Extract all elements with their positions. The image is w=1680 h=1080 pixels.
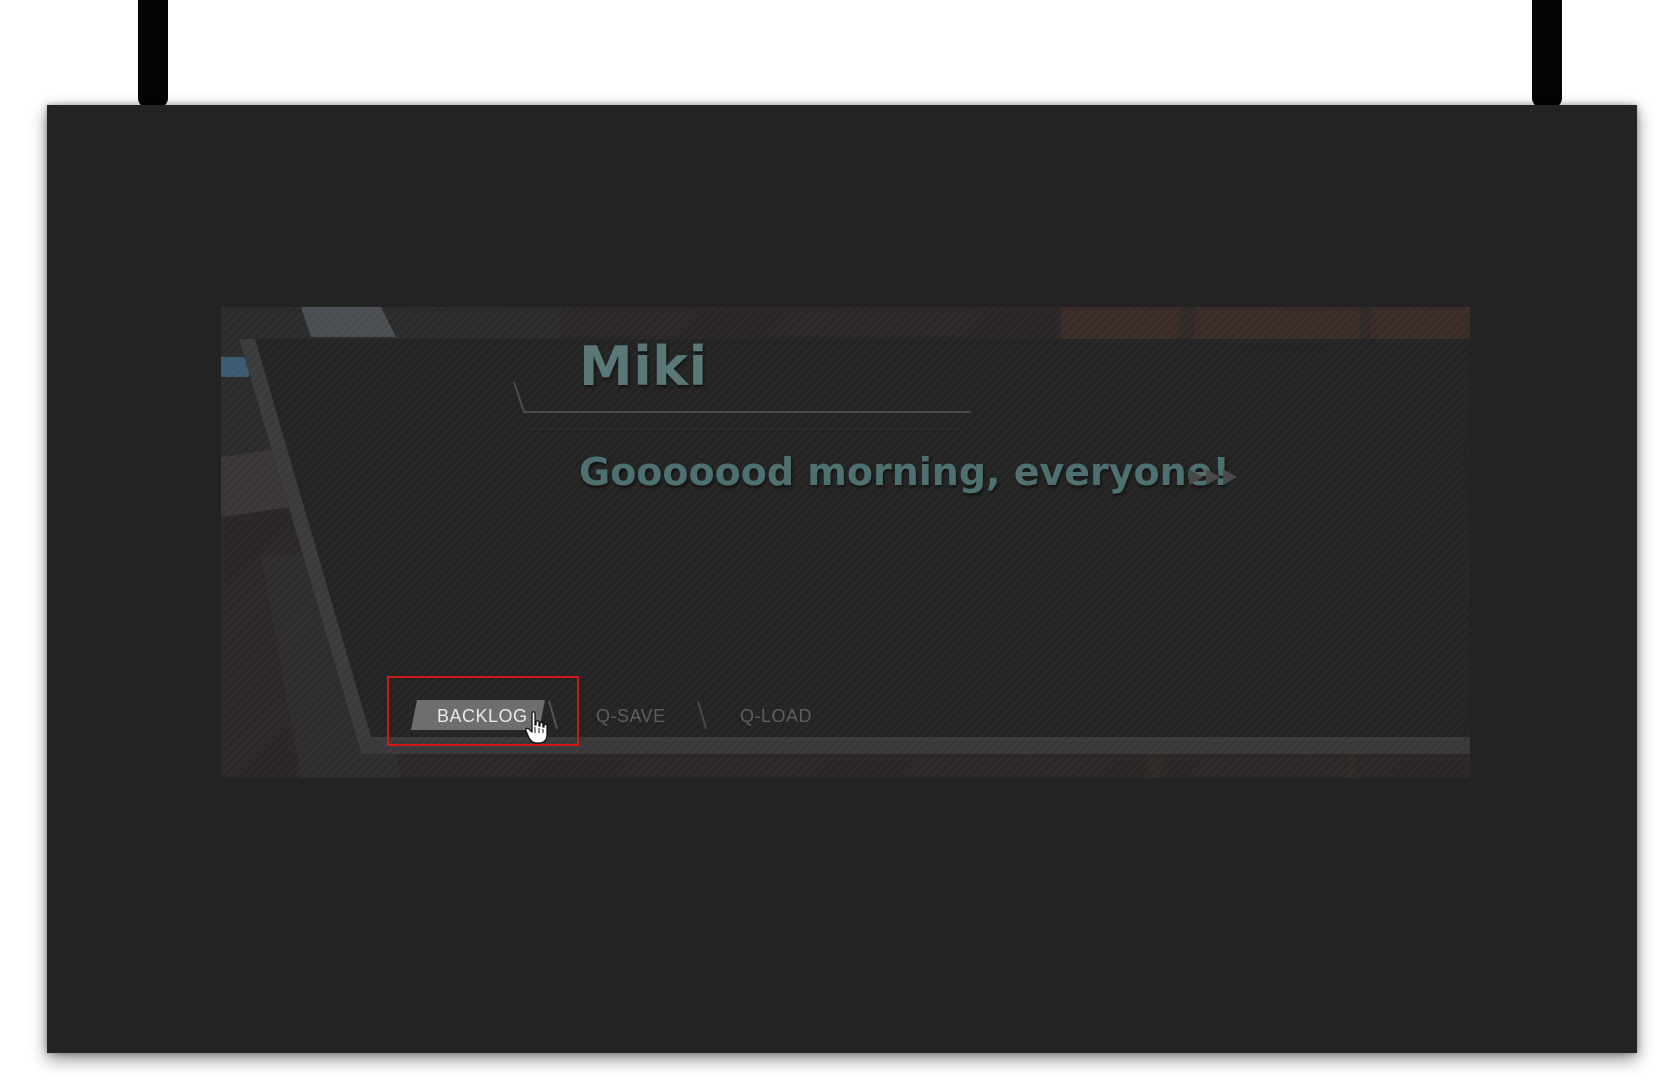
dialogue-scene[interactable]: Miki Gooooood morning, everyone! BACKLOG… (221, 307, 1470, 778)
menu-separator (697, 700, 707, 730)
quick-save-button[interactable]: Q-SAVE (596, 706, 666, 727)
left-hanger-strap (138, 0, 168, 108)
right-hanger-strap (1532, 0, 1562, 108)
quick-load-button[interactable]: Q-LOAD (740, 706, 812, 727)
fast-forward-triangles-icon (1189, 469, 1237, 485)
speaker-name: Miki (579, 335, 708, 398)
focus-highlight-box (387, 676, 579, 746)
hand-pointer-icon (525, 711, 548, 744)
game-window: Miki Gooooood morning, everyone! BACKLOG… (0, 0, 1680, 1080)
dialogue-text: Gooooood morning, everyone! (579, 450, 1230, 494)
